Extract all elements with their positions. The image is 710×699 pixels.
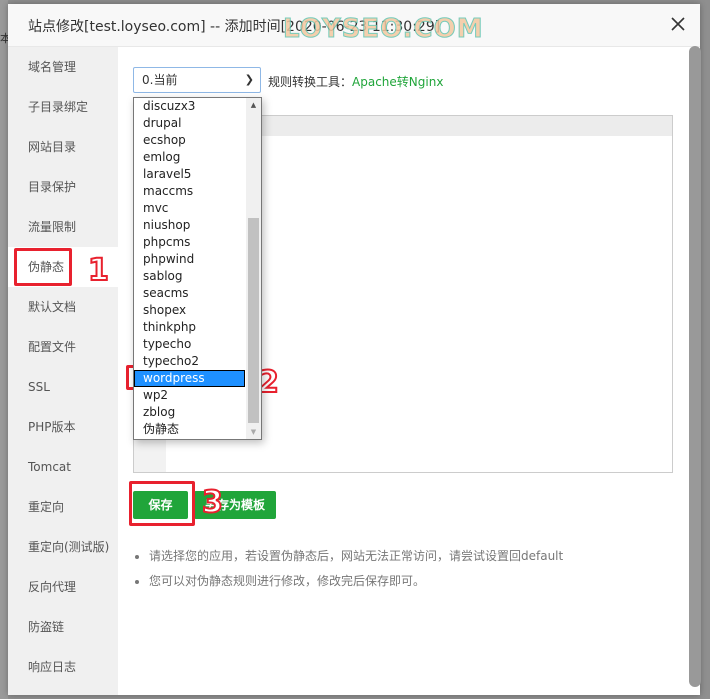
sidebar-item-reverse-proxy[interactable]: 反向代理 [8,567,118,607]
sidebar-item-response-log[interactable]: 响应日志 [8,647,118,687]
dropdown-option[interactable]: thinkphp [134,319,245,336]
close-button[interactable] [668,14,688,34]
dropdown-option[interactable]: 伪静态 [134,421,245,438]
sidebar-item-subdir[interactable]: 子目录绑定 [8,87,118,127]
sidebar-item-redirect-beta[interactable]: 重定向(测试版) [8,527,118,567]
dropdown-option[interactable]: emlog [134,149,245,166]
dropdown-option[interactable]: phpcms [134,234,245,251]
dropdown-option[interactable]: drupal [134,115,245,132]
dropdown-option[interactable]: zblog [134,404,245,421]
dropdown-option[interactable]: laravel5 [134,166,245,183]
close-icon [671,17,685,31]
step-number-1: 1 [87,253,110,288]
dropdown-option[interactable]: seacms [134,285,245,302]
sidebar-item-site-dir[interactable]: 网站目录 [8,127,118,167]
chevron-down-icon: ❯ [244,73,254,86]
sidebar-item-dir-protect[interactable]: 目录保护 [8,167,118,207]
site-edit-dialog: 站点修改[test.loyseo.com] -- 添加时间[2020-06-23… [8,4,701,695]
sidebar-item-config-file[interactable]: 配置文件 [8,327,118,367]
dropdown-option[interactable]: typecho [134,336,245,353]
dropdown-option-list: discuzx3 drupal ecshop emlog laravel5 maccms m… [134,98,261,438]
step-number-3: 3 [201,485,224,520]
sidebar-item-default-doc[interactable]: 默认文档 [8,287,118,327]
sidebar: 域名管理 子目录绑定 网站目录 目录保护 流量限制 伪静态 默认文档 配置文件 … [8,47,118,695]
dropdown-option[interactable]: typecho2 [134,353,245,370]
dropdown-option[interactable]: wordpress [134,370,245,387]
apache-to-nginx-link[interactable]: Apache转Nginx [352,75,443,89]
rewrite-template-dropdown[interactable]: discuzx3 drupal ecshop emlog laravel5 maccms m… [133,97,262,440]
sidebar-item-redirect[interactable]: 重定向 [8,487,118,527]
tips: 请选择您的应用，若设置伪静态后，网站无法正常访问，请尝试设置回default 您… [133,547,563,597]
scroll-up-icon[interactable]: ▲ [246,98,261,112]
tip-item: 您可以对伪静态规则进行修改，修改完后保存即可。 [149,572,563,589]
select-value: 0.当前 [142,73,178,87]
convert-tool: 规则转换工具：Apache转Nginx [268,73,443,90]
save-button[interactable]: 保存 [133,491,188,519]
dropdown-option[interactable]: niushop [134,217,245,234]
dropdown-option[interactable]: mvc [134,200,245,217]
tip-item: 请选择您的应用，若设置伪静态后，网站无法正常访问，请尝试设置回default [149,547,563,564]
scroll-down-icon[interactable]: ▼ [246,425,261,439]
sidebar-item-domain[interactable]: 域名管理 [8,47,118,87]
dialog-scrollbar[interactable] [689,46,701,687]
dropdown-option[interactable]: shopex [134,302,245,319]
rewrite-template-select[interactable]: 0.当前 ❯ [133,67,261,93]
dropdown-option[interactable]: phpwind [134,251,245,268]
sidebar-item-php-version[interactable]: PHP版本 [8,407,118,447]
dropdown-option[interactable]: discuzx3 [134,98,245,115]
dropdown-option[interactable]: sablog [134,268,245,285]
background-page [0,0,8,699]
watermark: LOYSEO.COM [283,14,484,45]
dropdown-option[interactable]: maccms [134,183,245,200]
sidebar-item-tomcat[interactable]: Tomcat [8,447,118,487]
dropdown-option[interactable]: ecshop [134,132,245,149]
convert-label: 规则转换工具： [268,75,353,89]
sidebar-item-traffic-limit[interactable]: 流量限制 [8,207,118,247]
dialog-titlebar: 站点修改[test.loyseo.com] -- 添加时间[2020-06-23… [8,4,700,47]
scroll-thumb[interactable] [248,218,259,423]
dropdown-option[interactable]: wp2 [134,387,245,404]
rewrite-panel: 0.当前 ❯ 规则转换工具：Apache转Nginx discuzx3 drupa… [118,47,686,695]
sidebar-item-hotlink[interactable]: 防盗链 [8,607,118,647]
sidebar-item-ssl[interactable]: SSL [8,367,118,407]
dropdown-scrollbar[interactable]: ▲ ▼ [246,98,261,439]
